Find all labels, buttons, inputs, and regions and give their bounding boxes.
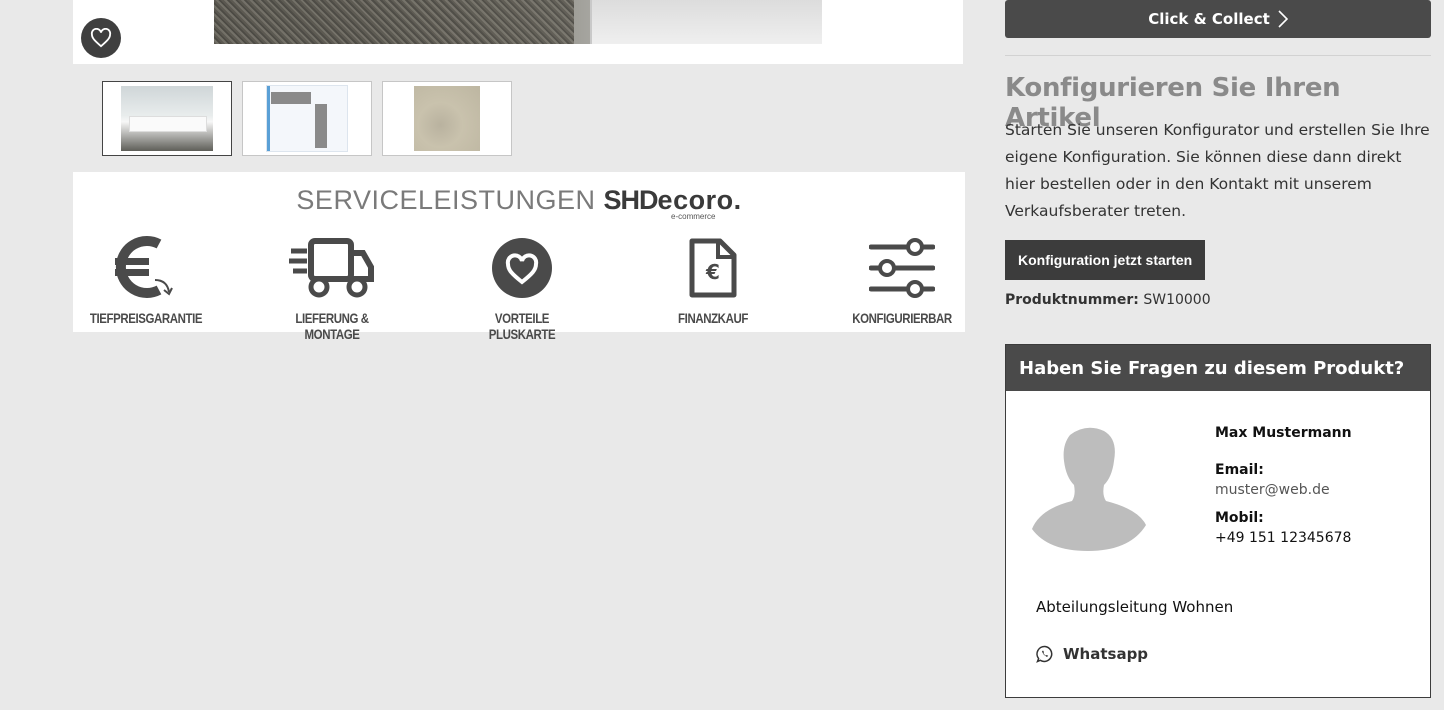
product-number-label: Produktnummer: xyxy=(1005,292,1139,308)
click-collect-button[interactable]: Click & Collect xyxy=(1005,0,1431,38)
contact-name: Max Mustermann xyxy=(1215,425,1352,441)
click-collect-label: Click & Collect xyxy=(1148,10,1270,28)
service-label: TIEFPREISGARANTIE xyxy=(89,310,203,326)
product-number-value: SW10000 xyxy=(1143,292,1211,308)
whatsapp-label: Whatsapp xyxy=(1063,645,1149,663)
service-tiefpreisgarantie: TIEFPREISGARANTIE xyxy=(71,234,221,326)
service-label: KONFIGURIERBAR xyxy=(852,310,952,326)
sliders-icon xyxy=(869,238,935,298)
thumbnail-image xyxy=(121,86,213,151)
heart-circle-icon xyxy=(492,238,552,298)
email-link[interactable]: muster@web.de xyxy=(1215,482,1352,498)
service-label: VORTEILE PLUSKARTE xyxy=(488,310,556,342)
contact-department: Abteilungsleitung Wohnen xyxy=(1036,598,1234,616)
service-title-text: SERVICELEISTUNGEN xyxy=(296,185,596,215)
whatsapp-link[interactable]: Whatsapp xyxy=(1036,645,1148,663)
mobile-number[interactable]: +49 151 12345678 xyxy=(1215,530,1352,546)
configure-description: Starten Sie unseren Konfigurator und ers… xyxy=(1005,121,1430,220)
thumbnail-strip xyxy=(102,81,512,156)
photo-sofa xyxy=(590,0,822,44)
document-euro-icon: € xyxy=(689,238,737,298)
thumbnail-fabric[interactable] xyxy=(382,81,512,156)
favorite-button[interactable] xyxy=(81,18,121,58)
contact-heading: Haben Sie Fragen zu diesem Produkt? xyxy=(1006,345,1430,391)
thumbnail-image xyxy=(266,85,348,152)
service-label: LIEFERUNG & MONTAGE xyxy=(295,310,369,342)
service-banner: SERVICELEISTUNGEN SHDecoro. e-commerce T… xyxy=(71,172,965,342)
thumbnail-living-room[interactable] xyxy=(102,81,232,156)
chevron-right-icon xyxy=(1278,10,1288,28)
service-konfigurierbar: KONFIGURIERBAR xyxy=(827,234,977,326)
mobile-label: Mobil: xyxy=(1215,510,1264,526)
contact-box: Haben Sie Fragen zu diesem Produkt? Max … xyxy=(1005,344,1431,698)
photo-rug xyxy=(214,0,574,44)
euro-icon xyxy=(115,236,173,298)
avatar-icon xyxy=(1032,427,1146,551)
divider xyxy=(1005,55,1431,56)
email-label: Email: xyxy=(1215,462,1264,478)
svg-text:€: € xyxy=(705,260,720,284)
service-lieferung: LIEFERUNG & MONTAGE xyxy=(257,234,407,342)
thumbnail-floorplan[interactable] xyxy=(242,81,372,156)
product-photo xyxy=(214,0,822,44)
product-main-image[interactable] xyxy=(73,0,963,64)
thumbnail-image xyxy=(414,86,480,151)
service-finanzkauf: € FINANZKAUF xyxy=(638,234,788,326)
start-configuration-button[interactable]: Konfiguration jetzt starten xyxy=(1005,240,1206,280)
truck-icon xyxy=(289,238,374,298)
service-label: FINANZKAUF xyxy=(678,310,748,326)
whatsapp-icon xyxy=(1036,645,1053,663)
heart-icon xyxy=(90,28,112,48)
service-title: SERVICELEISTUNGEN SHDecoro. xyxy=(73,185,965,216)
brand-shd: SHD xyxy=(603,185,659,215)
brand-ecoro: ecoro. xyxy=(657,185,742,215)
contact-info: Max Mustermann Email: muster@web.de Mobi… xyxy=(1215,425,1352,546)
brand-sub: e-commerce xyxy=(671,212,716,221)
service-pluskarte: VORTEILE PLUSKARTE xyxy=(447,234,597,342)
product-number: Produktnummer: SW10000 xyxy=(1005,292,1211,308)
